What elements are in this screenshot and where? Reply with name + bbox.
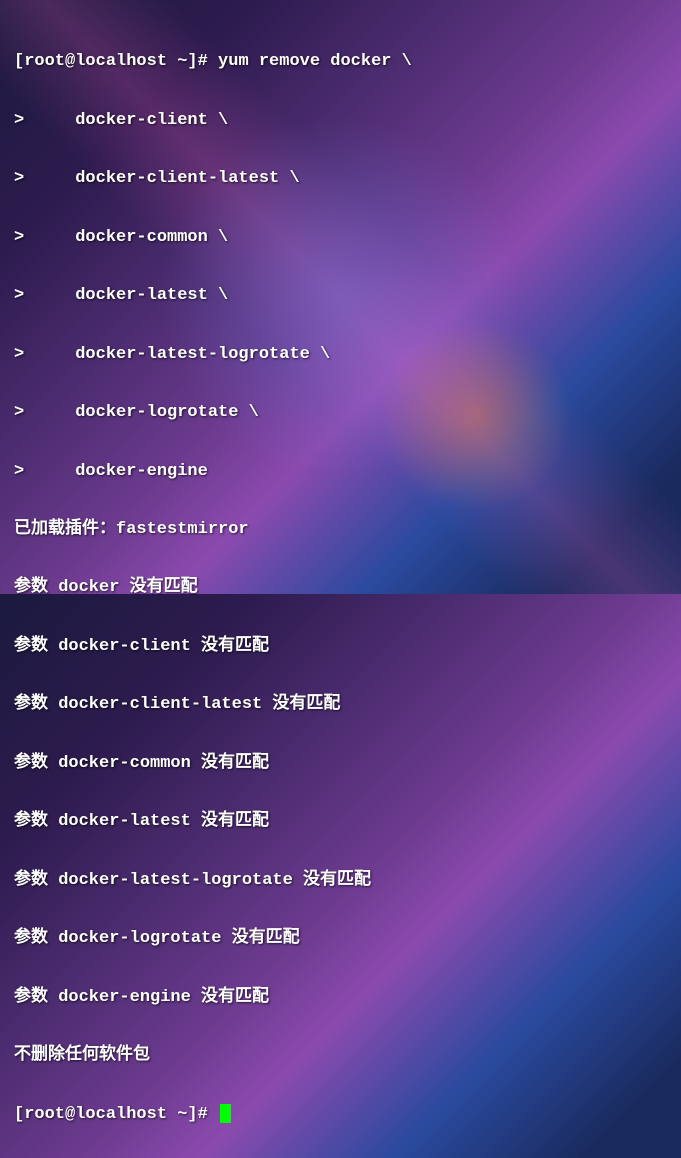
shell-prompt: [root@localhost ~]#: [14, 52, 218, 71]
output-line: 不删除任何软件包: [14, 1041, 667, 1070]
continuation-line: > docker-engine: [14, 457, 667, 486]
command-text: yum remove docker \: [218, 52, 412, 71]
output-line: 参数 docker-common 没有匹配: [14, 749, 667, 778]
output-line: 参数 docker-client 没有匹配: [14, 632, 667, 661]
cursor-icon: [220, 1104, 231, 1123]
continuation-line: > docker-client \: [14, 106, 667, 135]
output-line: 参数 docker-client-latest 没有匹配: [14, 690, 667, 719]
output-line: 参数 docker-engine 没有匹配: [14, 983, 667, 1012]
output-line: 参数 docker-logrotate 没有匹配: [14, 924, 667, 953]
continuation-line: > docker-logrotate \: [14, 398, 667, 427]
output-line: 已加载插件：fastestmirror: [14, 515, 667, 544]
output-line: 参数 docker 没有匹配: [14, 573, 667, 602]
continuation-line: > docker-latest-logrotate \: [14, 340, 667, 369]
terminal-output: [root@localhost ~]# yum remove docker \ …: [14, 18, 667, 1158]
ready-prompt-line[interactable]: [root@localhost ~]#: [14, 1100, 667, 1129]
continuation-line: > docker-latest \: [14, 281, 667, 310]
continuation-line: > docker-client-latest \: [14, 164, 667, 193]
output-line: 参数 docker-latest-logrotate 没有匹配: [14, 866, 667, 895]
output-line: 参数 docker-latest 没有匹配: [14, 807, 667, 836]
continuation-line: > docker-common \: [14, 223, 667, 252]
command-line-1: [root@localhost ~]# yum remove docker \: [14, 47, 667, 76]
shell-prompt: [root@localhost ~]#: [14, 1105, 208, 1124]
